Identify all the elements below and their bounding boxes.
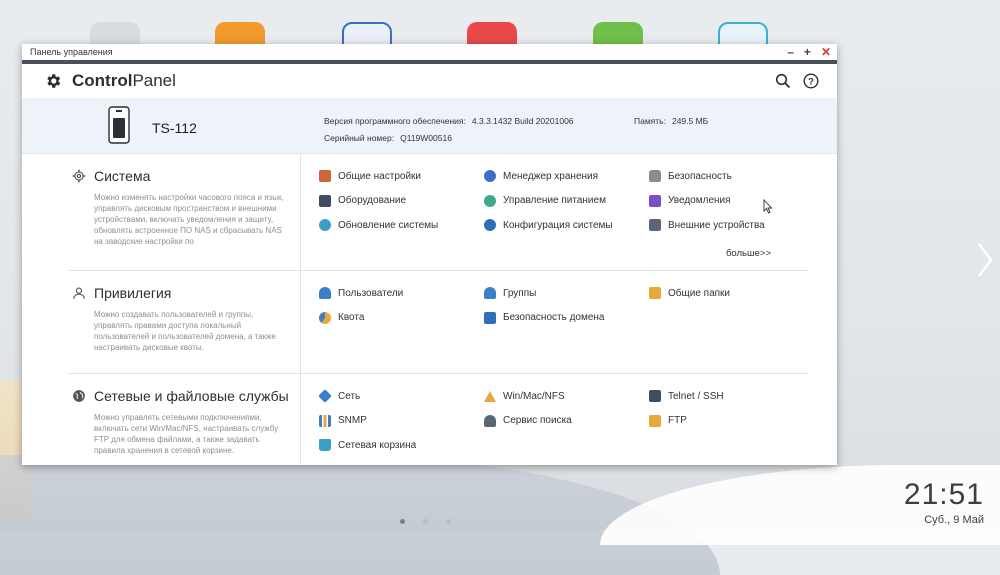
general-settings-icon: [319, 170, 331, 183]
section-network-file-services: Сетевые и файловые службы Можно управлят…: [68, 374, 809, 465]
notification-icon: [649, 194, 661, 207]
maximize-icon[interactable]: +: [804, 46, 811, 58]
notifications-link[interactable]: Уведомления: [649, 193, 809, 210]
gear-icon: [72, 169, 86, 183]
search-icon[interactable]: [775, 73, 791, 89]
snmp-link[interactable]: SNMP: [319, 413, 484, 430]
external-devices-link[interactable]: Внешние устройства: [649, 217, 809, 234]
domain-security-icon: [484, 311, 496, 324]
gear-icon: [47, 74, 61, 88]
section-network-summary: Сетевые и файловые службы Можно управлят…: [68, 374, 301, 465]
app-logo: ControlPanel: [44, 71, 176, 91]
desktop-clock: 21:51 Суб., 9 Май: [904, 478, 984, 526]
serial-info: Серийный номер: Q119W00516: [324, 133, 452, 143]
system-update-link[interactable]: Обновление системы: [319, 217, 484, 234]
lock-icon: [649, 170, 661, 183]
window-title: Панель управления: [30, 47, 113, 57]
app-header: ControlPanel ?: [22, 64, 837, 98]
search-service-link[interactable]: Сервис поиска: [484, 413, 649, 430]
close-icon[interactable]: ✕: [821, 46, 831, 58]
section-title: Сетевые и файловые службы: [72, 388, 290, 404]
memory-info: Память: 249.5 МБ: [634, 116, 709, 126]
settings-sections: Система Можно изменять настройки часовог…: [22, 154, 837, 465]
ftp-icon: [649, 414, 661, 427]
power-bulb-icon: [484, 194, 496, 207]
clock-time: 21:51: [903, 478, 984, 511]
window-titlebar[interactable]: Панель управления – + ✕: [22, 44, 837, 60]
header-actions: ?: [775, 73, 819, 89]
section-description: Можно изменять настройки часового пояса …: [94, 193, 284, 246]
user-icon: [319, 287, 331, 300]
recycle-bin-icon: [319, 439, 331, 452]
storage-manager-icon: [484, 170, 496, 183]
app-name: ControlPanel: [72, 71, 176, 90]
globe-icon: [73, 390, 85, 402]
quota-icon: [319, 311, 331, 324]
network-link[interactable]: Сеть: [318, 388, 484, 405]
telnet-ssh-link[interactable]: Telnet / SSH: [649, 388, 809, 405]
external-device-icon: [649, 219, 661, 232]
section-description: Можно управлять сетевыми подключениями, …: [94, 413, 279, 455]
user-outline-icon: [73, 287, 85, 299]
network-recycle-bin-link[interactable]: Сетевая корзина: [319, 437, 484, 454]
hardware-link[interactable]: Оборудование: [319, 193, 484, 210]
storage-manager-link[interactable]: Менеджер хранения: [484, 168, 649, 185]
device-info-panel: TS-112 Версия программного обеспечения: 4…: [22, 98, 837, 154]
search-service-icon: [484, 414, 496, 427]
section-description: Можно создавать пользователей и группы, …: [94, 310, 277, 352]
domain-security-link[interactable]: Безопасность домена: [484, 310, 649, 327]
help-icon[interactable]: ?: [803, 73, 819, 89]
desktop-wallpaper-wave: [0, 455, 720, 575]
section-network-items: Сеть Win/Mac/NFS Telnet / SSH SNMP Серви…: [301, 374, 809, 465]
terminal-icon: [649, 390, 661, 403]
section-system: Система Можно изменять настройки часовог…: [68, 154, 809, 271]
quota-link[interactable]: Квота: [319, 310, 484, 327]
win-mac-nfs-link[interactable]: Win/Mac/NFS: [484, 388, 649, 405]
section-title: Привилегия: [72, 285, 290, 301]
desktop-page-indicator: [400, 519, 451, 524]
snmp-chart-icon: [319, 414, 331, 427]
shared-folders-link[interactable]: Общие папки: [649, 285, 809, 302]
page-dot[interactable]: [400, 519, 405, 524]
group-icon: [484, 287, 496, 300]
network-icon: [318, 389, 332, 404]
system-config-icon: [484, 219, 496, 232]
system-config-link[interactable]: Конфигурация системы: [484, 217, 649, 234]
section-privileges-summary: Привилегия Можно создавать пользователей…: [68, 271, 301, 373]
shared-folder-icon: [649, 287, 661, 300]
more-link[interactable]: больше>>: [726, 248, 771, 259]
mouse-cursor-icon: [763, 199, 773, 214]
control-panel-window: Панель управления – + ✕ ControlPanel ? T…: [22, 44, 837, 465]
hardware-icon: [319, 194, 331, 207]
users-link[interactable]: Пользователи: [319, 285, 484, 302]
ftp-link[interactable]: FTP: [649, 413, 809, 430]
window-controls: – + ✕: [787, 46, 831, 58]
page-dot[interactable]: [446, 519, 451, 524]
win-mac-nfs-icon: [484, 390, 496, 402]
clock-date: Суб., 9 Май: [924, 514, 984, 526]
device-name: TS-112: [152, 120, 197, 136]
general-settings-link[interactable]: Общие настройки: [319, 168, 484, 185]
firmware-info: Версия программного обеспечения: 4.3.3.14…: [324, 116, 574, 126]
system-update-icon: [319, 219, 331, 232]
minimize-icon[interactable]: –: [787, 46, 794, 58]
section-privileges-items: Пользователи Группы Общие папки Квота Бе…: [301, 271, 809, 373]
section-title: Система: [72, 168, 290, 184]
next-page-arrow-icon[interactable]: [976, 240, 994, 280]
section-privileges: Привилегия Можно создавать пользователей…: [68, 271, 809, 374]
groups-link[interactable]: Группы: [484, 285, 649, 302]
page-dot[interactable]: [423, 519, 428, 524]
power-management-link[interactable]: Управление питанием: [484, 193, 649, 210]
security-link[interactable]: Безопасность: [649, 168, 809, 185]
section-system-summary: Система Можно изменять настройки часовог…: [68, 154, 301, 270]
svg-text:?: ?: [808, 77, 814, 88]
nas-device-icon: [108, 106, 130, 144]
